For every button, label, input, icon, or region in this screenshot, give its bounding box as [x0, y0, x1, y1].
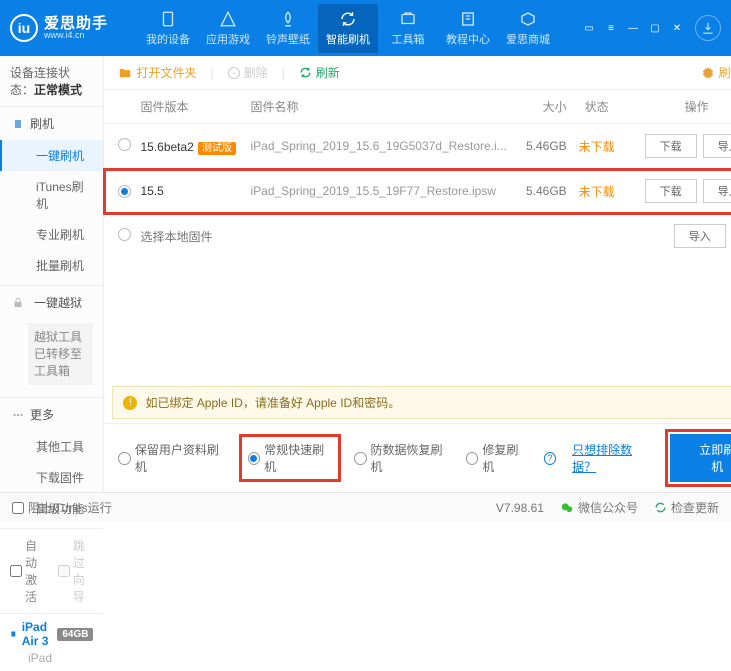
nav-item-3[interactable]: 智能刷机	[318, 4, 378, 53]
download-ring-icon[interactable]	[695, 15, 721, 41]
refresh-icon	[299, 66, 312, 79]
erase-only-link[interactable]: 只想排除数据？	[572, 441, 652, 475]
flash-now-button[interactable]: 立即刷机	[670, 434, 731, 482]
local-firmware-row[interactable]: 选择本地固件 导入	[104, 214, 731, 258]
storage-badge: 64GB	[57, 628, 93, 641]
auto-activate-check[interactable]: 自动激活	[10, 537, 46, 605]
sidebar-item-oneclick[interactable]: 一键刷机	[0, 140, 103, 171]
win-btn-2[interactable]: ≡	[601, 21, 621, 35]
connection-status: 设备连接状态：正常模式	[0, 56, 103, 107]
beta-badge: 测试版	[198, 142, 236, 155]
nav-item-2[interactable]: 铃声壁纸	[258, 4, 318, 53]
sidebar-item-download-fw[interactable]: 下载固件	[0, 462, 103, 493]
tablet-icon	[10, 628, 17, 640]
opt-quick-flash[interactable]: 常规快速刷机	[242, 437, 338, 479]
nav-icon-5	[459, 10, 477, 28]
nav-icon-3	[339, 10, 357, 28]
opt-keep-data[interactable]: 保留用户资料刷机	[118, 441, 225, 475]
wechat-icon	[560, 501, 574, 515]
download-button-0[interactable]: 下载	[645, 134, 697, 158]
gear-icon	[701, 66, 715, 80]
firmware-row-1[interactable]: 15.5iPad_Spring_2019_15.5_19F77_Restore.…	[104, 169, 731, 214]
radio-row-1[interactable]	[118, 185, 131, 198]
flash-options: 保留用户资料刷机 常规快速刷机 防数据恢复刷机 修复刷机 ? 只想排除数据？ 立…	[104, 423, 731, 492]
open-folder-button[interactable]: 打开文件夹	[118, 64, 196, 81]
sidebar-head-more[interactable]: 更多	[0, 398, 103, 431]
sidebar-item-batch[interactable]: 批量刷机	[0, 250, 103, 281]
window-controls: ▭ ≡ — ▢ ✕	[579, 21, 687, 35]
radio-local[interactable]	[118, 228, 131, 241]
nav-item-1[interactable]: 应用游戏	[198, 4, 258, 53]
delete-icon: −	[228, 67, 240, 79]
footer: 阻止iTunes运行 V7.98.61 微信公众号 检查更新	[0, 492, 731, 522]
win-btn-1[interactable]: ▭	[579, 21, 599, 35]
radio-row-0[interactable]	[118, 138, 131, 151]
firmware-row-0[interactable]: 15.6beta2测试版iPad_Spring_2019_15.6_19G503…	[104, 124, 731, 169]
sidebar: 设备连接状态：正常模式 刷机 一键刷机 iTunes刷机 专业刷机 批量刷机 一…	[0, 56, 104, 492]
device-panel[interactable]: iPad Air 364GB iPad	[0, 613, 103, 671]
toolbar: 打开文件夹 | −删除 | 刷新 刷机设置	[104, 56, 731, 90]
wechat-link[interactable]: 微信公众号	[560, 499, 638, 516]
skip-guide-check[interactable]: 跳过向导	[58, 537, 94, 605]
import-button-1[interactable]: 导入	[703, 179, 731, 203]
nav-item-6[interactable]: 爱思商城	[498, 4, 558, 53]
nav-icon-1	[219, 10, 237, 28]
nav-icon-4	[399, 10, 417, 28]
folder-icon	[118, 66, 132, 80]
opt-anti-recovery[interactable]: 防数据恢复刷机	[354, 441, 450, 475]
download-button-1[interactable]: 下载	[645, 179, 697, 203]
win-minimize[interactable]: —	[623, 21, 643, 35]
sidebar-item-pro[interactable]: 专业刷机	[0, 219, 103, 250]
nav-icon-2	[279, 10, 297, 28]
lock-icon	[12, 297, 24, 309]
main-nav: 我的设备应用游戏铃声壁纸智能刷机工具箱教程中心爱思商城	[138, 4, 558, 53]
sidebar-head-flash[interactable]: 刷机	[0, 107, 103, 140]
sidebar-item-itunes[interactable]: iTunes刷机	[0, 171, 103, 219]
sidebar-options: 自动激活 跳过向导	[0, 529, 103, 613]
app-name: 爱思助手	[44, 16, 108, 31]
check-update-link[interactable]: 检查更新	[654, 499, 719, 516]
logo-icon: iu	[10, 14, 38, 42]
more-icon	[12, 409, 24, 421]
jailbreak-moved-note: 越狱工具已转移至工具箱	[28, 323, 93, 385]
import-button-0[interactable]: 导入	[703, 134, 731, 158]
titlebar: iu 爱思助手www.i4.cn 我的设备应用游戏铃声壁纸智能刷机工具箱教程中心…	[0, 0, 731, 56]
table-header: 固件版本 固件名称 大小 状态 操作	[104, 90, 731, 124]
nav-item-5[interactable]: 教程中心	[438, 4, 498, 53]
info-icon[interactable]: ?	[544, 452, 556, 465]
flash-icon	[12, 118, 24, 130]
version-label: V7.98.61	[496, 501, 544, 515]
app-logo: iu 爱思助手www.i4.cn	[10, 14, 108, 42]
sidebar-head-jailbreak[interactable]: 一键越狱	[0, 286, 103, 319]
app-url: www.i4.cn	[44, 31, 108, 40]
refresh-button[interactable]: 刷新	[299, 64, 340, 81]
appleid-warning: ! 如已绑定 Apple ID，请准备好 Apple ID和密码。 ✕	[112, 386, 731, 419]
win-maximize[interactable]: ▢	[645, 21, 665, 35]
warning-icon: !	[123, 396, 137, 410]
sidebar-item-other[interactable]: 其他工具	[0, 431, 103, 462]
nav-icon-0	[159, 10, 177, 28]
opt-repair[interactable]: 修复刷机	[466, 441, 528, 475]
delete-button[interactable]: −删除	[228, 64, 268, 81]
import-local-button[interactable]: 导入	[674, 224, 726, 248]
update-icon	[654, 501, 667, 514]
win-close[interactable]: ✕	[667, 21, 687, 35]
flash-settings-button[interactable]: 刷机设置	[701, 64, 731, 81]
nav-icon-6	[519, 10, 537, 28]
main-panel: 打开文件夹 | −删除 | 刷新 刷机设置 固件版本 固件名称 大小 状态 操作…	[104, 56, 731, 492]
block-itunes-check[interactable]: 阻止iTunes运行	[12, 499, 112, 516]
nav-item-0[interactable]: 我的设备	[138, 4, 198, 53]
nav-item-4[interactable]: 工具箱	[378, 4, 438, 53]
device-type: iPad	[10, 651, 93, 665]
